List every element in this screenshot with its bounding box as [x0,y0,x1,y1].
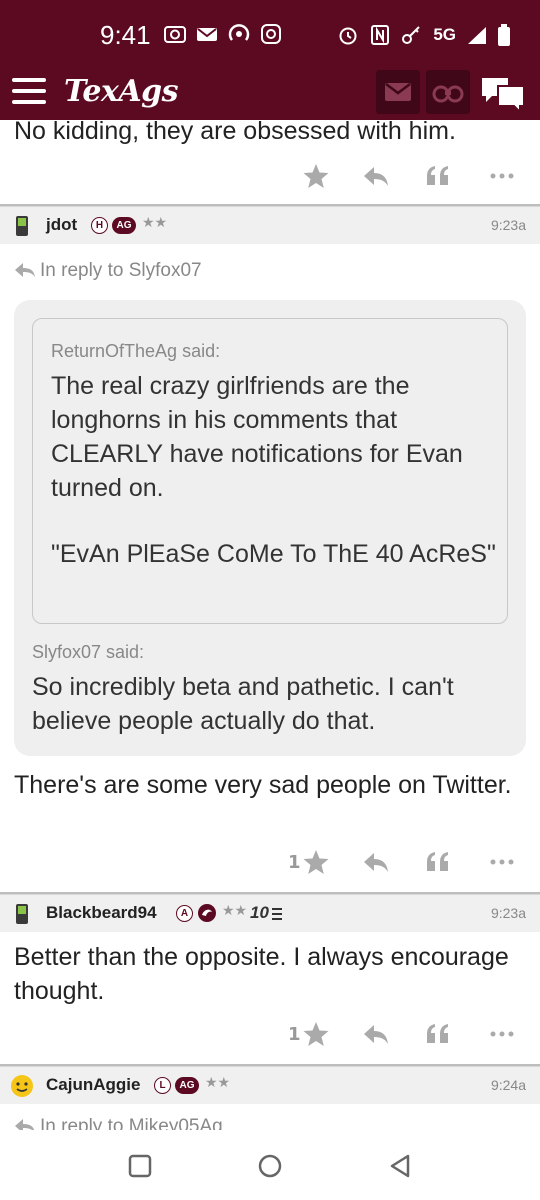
star-icon[interactable] [302,162,330,190]
ag-badge: AG [175,1077,199,1094]
reply-to-link[interactable]: In reply to Slyfox07 [40,260,202,282]
back-button[interactable] [386,1152,414,1180]
menu-icon-bar [12,100,46,104]
key-icon [402,26,421,44]
post-body: There's are some very sad people on Twit… [14,771,512,799]
post-actions [0,158,540,194]
phone-icon [16,904,28,924]
quote-text: The real crazy girlfriends are the longh… [51,372,463,502]
reply-to-link[interactable]: In reply to Mikey05Ag [40,1116,223,1130]
post-actions: 1 [0,1016,540,1052]
phone-icon [16,216,28,236]
watch-button[interactable] [426,70,470,114]
team-logo-icon [198,904,216,922]
nested-quote: ReturnOfTheAg said: The real crazy girlf… [32,318,508,624]
recent-apps-button[interactable] [126,1152,154,1180]
quote-icon[interactable] [424,1020,452,1048]
chat-button[interactable] [480,72,526,116]
signal-icon [468,27,486,44]
post-username[interactable]: CajunAggie [46,1075,140,1095]
messages-button[interactable] [376,70,420,114]
radio-icon [164,26,186,43]
network-label: 5G [433,25,456,44]
quote-text: "EvAn PlEaSe CoMe To ThE 40 AcReS" [51,540,496,568]
status-time: 9:41 [100,20,151,50]
alarm-icon [339,27,357,45]
battery-icon [498,24,510,46]
post-header: jdot H AG ★★ 9:23a [0,206,540,244]
post-header: CajunAggie L AG ★★ 9:24a [0,1066,540,1104]
star-count: 1 [288,852,301,873]
envelope-icon [385,83,411,101]
quote-author: ReturnOfTheAg said: [51,341,221,361]
status-system-icons: 5G [337,24,510,46]
user-stars: ★★ [222,903,248,919]
menu-button[interactable] [12,78,46,106]
more-icon[interactable] [488,1020,516,1048]
system-nav-bar [0,1130,540,1200]
mail-icon [197,28,217,41]
user-stars: ★★ [142,215,168,231]
post-time: 9:24a [490,1077,526,1093]
extra-badge: 10 [250,903,269,922]
smiley-icon [11,1075,33,1097]
quote-icon[interactable] [424,162,452,190]
post-username[interactable]: Blackbeard94 [46,903,157,923]
quote-icon[interactable] [424,848,452,876]
podcast-icon [228,24,250,41]
instagram-icon [261,24,281,44]
chat-bubbles-icon [482,78,525,115]
quote-box: ReturnOfTheAg said: The real crazy girlf… [14,300,526,756]
post-actions: 1 [0,844,540,880]
nfc-icon [371,25,390,45]
reply-arrow-icon [15,1119,35,1130]
post-body: Better than the opposite. I always encou… [14,943,509,1005]
post-time: 9:23a [490,905,526,921]
quote-author: Slyfox07 said: [32,642,145,662]
user-badge: L [154,1077,171,1094]
post-header: Blackbeard94 A ★★ 10 9:23a [0,894,540,932]
status-notification-icons [164,24,282,44]
post-username[interactable]: jdot [46,215,77,235]
more-icon[interactable] [488,848,516,876]
star-icon[interactable] [302,848,330,876]
user-badge: A [176,905,193,922]
post-body: No kidding, they are obsessed with him. [14,120,456,145]
quote-text: So incredibly beta and pathetic. I can't… [32,673,454,735]
binoculars-icon [432,85,464,103]
user-badge: H [91,217,108,234]
star-count: 1 [288,1024,301,1045]
menu-icon-bar [12,78,46,82]
user-stars: ★★ [205,1075,231,1091]
reply-icon[interactable] [362,162,390,190]
post-time: 9:23a [490,217,526,233]
status-bar: 9:41 5G [0,0,540,66]
lines-icon [272,908,282,920]
thread-content: No kidding, they are obsessed with him. … [0,120,540,1130]
site-logo[interactable]: TexAgs [64,74,179,109]
menu-icon-bar [12,89,46,93]
app-header: TexAgs [0,66,540,120]
home-button[interactable] [256,1152,284,1180]
reply-arrow-icon [15,263,35,277]
reply-icon[interactable] [362,848,390,876]
star-icon[interactable] [302,1020,330,1048]
ag-badge: AG [112,217,136,234]
reply-icon[interactable] [362,1020,390,1048]
more-icon[interactable] [488,162,516,190]
